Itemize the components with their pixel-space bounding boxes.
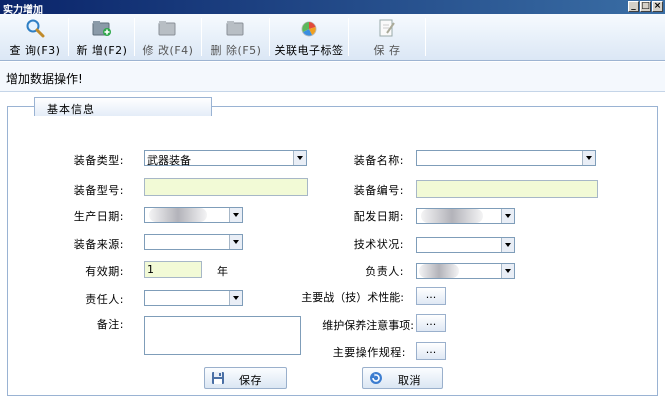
toolbar-separator	[425, 18, 426, 56]
equip-name-select[interactable]	[416, 150, 596, 166]
link-tag-button[interactable]: 关联电子标签	[273, 16, 345, 58]
maintenance-notes-label: 维护保养注意事项:	[322, 319, 414, 332]
delete-label: 删 除(F5)	[210, 44, 262, 57]
chevron-down-icon[interactable]	[229, 291, 242, 305]
cancel-label: 取消	[398, 374, 421, 387]
save-button[interactable]: 保存	[204, 367, 287, 389]
equip-model-label: 装备型号:	[73, 184, 124, 197]
toolbar-separator	[269, 18, 270, 56]
remarks-label: 备注:	[96, 318, 124, 331]
edit-label: 修 改(F4)	[142, 44, 194, 57]
responsible-select[interactable]	[144, 290, 243, 306]
floppy-disk-icon	[211, 371, 225, 385]
search-icon	[24, 17, 46, 39]
equip-name-label: 装备名称:	[353, 154, 404, 167]
equip-source-select[interactable]	[144, 234, 243, 250]
chevron-down-icon[interactable]	[582, 151, 595, 165]
issue-date-picker[interactable]	[416, 208, 515, 224]
group-title: 基本信息	[47, 103, 95, 116]
operation-rules-label: 主要操作规程:	[332, 346, 406, 359]
query-button[interactable]: 查 询(F3)	[6, 16, 64, 58]
tech-status-select[interactable]	[416, 237, 515, 253]
chevron-down-icon[interactable]	[501, 238, 514, 252]
toolbar-separator	[68, 18, 69, 56]
blurred-person-value	[419, 264, 459, 278]
remarks-textarea[interactable]	[144, 316, 301, 355]
link-tag-label: 关联电子标签	[274, 44, 344, 57]
main-performance-button[interactable]: ...	[416, 287, 446, 305]
person-in-charge-select[interactable]	[416, 263, 515, 279]
delete-button[interactable]: 删 除(F5)	[206, 16, 266, 58]
folder-delete-icon	[225, 17, 247, 39]
main-performance-label: 主要战（技）术性能:	[301, 291, 404, 304]
chevron-down-icon[interactable]	[501, 264, 514, 278]
production-date-picker[interactable]	[144, 207, 243, 223]
equip-model-input[interactable]	[144, 178, 308, 196]
window-controls: _ □ ×	[628, 1, 663, 12]
operation-rules-button[interactable]: ...	[416, 342, 446, 360]
document-edit-icon	[376, 17, 398, 39]
production-date-label: 生产日期:	[73, 210, 124, 223]
save-label: 保存	[239, 374, 262, 387]
person-in-charge-label: 负责人:	[365, 265, 404, 278]
status-bar: 增加数据操作!	[0, 62, 665, 92]
title-bar: 实力增加 _ □ ×	[0, 0, 665, 16]
toolbar-save-button[interactable]: 保 存	[354, 16, 420, 58]
toolbar-separator	[348, 18, 349, 56]
maintenance-notes-button[interactable]: ...	[416, 314, 446, 332]
equip-type-select[interactable]: 武器装备	[144, 150, 307, 167]
folder-add-icon	[91, 17, 113, 39]
toolbar-save-label: 保 存	[373, 44, 401, 57]
toolbar-separator	[134, 18, 135, 56]
responsible-label: 责任人:	[85, 293, 124, 306]
query-label: 查 询(F3)	[9, 44, 61, 57]
basic-info-tab: 基本信息	[34, 97, 212, 116]
equip-source-label: 装备来源:	[73, 238, 124, 251]
issue-date-label: 配发日期:	[353, 210, 404, 223]
validity-value: 1	[147, 263, 154, 276]
equip-type-value: 武器装备	[147, 154, 191, 167]
cancel-button[interactable]: 取消	[362, 367, 443, 389]
operation-status-text: 增加数据操作!	[6, 72, 83, 86]
toolbar: 查 询(F3) 新 增(F2) 修 改(F4) 删 除(F5) 关联电子标签 保…	[0, 14, 665, 61]
add-button[interactable]: 新 增(F2)	[73, 16, 131, 58]
add-label: 新 增(F2)	[76, 44, 128, 57]
validity-input[interactable]: 1	[144, 261, 202, 278]
maximize-button[interactable]: □	[640, 1, 651, 12]
equip-type-label: 装备类型:	[73, 154, 124, 167]
close-button[interactable]: ×	[652, 1, 663, 12]
blurred-date-value	[421, 209, 483, 223]
blurred-date-value	[149, 208, 207, 222]
edit-button[interactable]: 修 改(F4)	[139, 16, 197, 58]
cancel-icon	[369, 371, 383, 385]
tech-status-label: 技术状况:	[353, 238, 404, 251]
chevron-down-icon[interactable]	[229, 235, 242, 249]
tag-icon	[298, 17, 320, 39]
equip-number-input[interactable]	[416, 180, 598, 198]
toolbar-separator	[201, 18, 202, 56]
folder-edit-icon	[157, 17, 179, 39]
validity-unit: 年	[217, 265, 228, 278]
chevron-down-icon[interactable]	[229, 208, 242, 222]
validity-label: 有效期:	[85, 265, 124, 278]
equip-number-label: 装备编号:	[353, 184, 404, 197]
minimize-button[interactable]: _	[628, 1, 639, 12]
chevron-down-icon[interactable]	[501, 209, 514, 223]
